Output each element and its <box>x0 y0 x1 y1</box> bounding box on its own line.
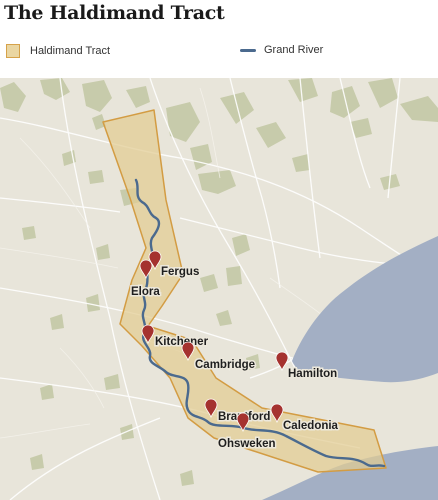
place-label-hamilton: Hamilton <box>288 368 337 380</box>
place-label-ohsweken: Ohsweken <box>218 438 276 450</box>
place-label-kitchener: Kitchener <box>155 336 209 348</box>
place-label-caledonia: Caledonia <box>283 420 339 432</box>
map-canvas: FergusEloraKitchenerCambridgeHamiltonBra… <box>0 78 438 500</box>
legend-item-grand-river: Grand River <box>240 44 323 56</box>
place-label-cambridge: Cambridge <box>195 359 255 371</box>
legend-label-river: Grand River <box>264 44 324 56</box>
place-label-fergus: Fergus <box>161 266 199 278</box>
map-title: The Haldimand Tract <box>4 2 225 24</box>
tract-swatch-icon <box>6 44 20 58</box>
river-line-icon <box>240 48 256 52</box>
place-label-elora: Elora <box>131 286 160 298</box>
legend-item-haldimand-tract: Haldimand Tract <box>6 44 110 58</box>
map-area: FergusEloraKitchenerCambridgeHamiltonBra… <box>0 78 438 500</box>
legend: Haldimand Tract Grand River <box>0 44 438 66</box>
legend-label-tract: Haldimand Tract <box>30 45 111 57</box>
